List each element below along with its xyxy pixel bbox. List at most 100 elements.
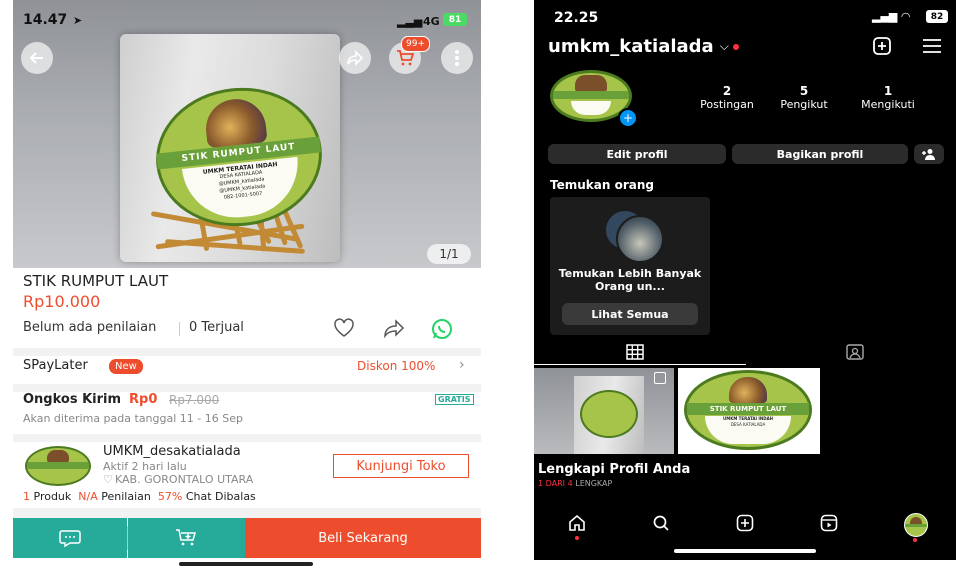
add-story-button[interactable]: + — [618, 108, 638, 128]
menu-button[interactable] — [922, 38, 942, 54]
visit-shop-button[interactable]: Kunjungi Toko — [333, 454, 469, 478]
stat-posts-label: Postingan — [700, 98, 754, 111]
favorite-button[interactable] — [333, 318, 355, 338]
stat-following-value: 1 — [883, 84, 893, 98]
stat-followers-label: Pengikut — [780, 98, 828, 111]
whatsapp-icon — [432, 319, 452, 339]
suggested-avatar-front — [616, 215, 664, 263]
add-person-button[interactable] — [914, 144, 944, 164]
battery-indicator: 82 — [926, 10, 948, 23]
back-button[interactable] — [21, 42, 53, 74]
share-icon — [347, 50, 364, 66]
chat-button[interactable] — [13, 518, 127, 558]
label-photo — [203, 96, 268, 149]
share-profile-button[interactable]: Bagikan profil — [732, 144, 908, 164]
username-switcher[interactable]: umkm_katialada ⌵ — [548, 36, 739, 57]
nav-home[interactable] — [568, 514, 586, 532]
discover-heading: Temukan orang — [550, 178, 654, 192]
see-all-button[interactable]: Lihat Semua — [562, 303, 698, 325]
discover-card[interactable]: Temukan Lebih Banyak Orang un... Lihat S… — [550, 197, 710, 335]
post-label: STIK RUMPUT LAUT UMKM TERATAI INDAH DESA… — [684, 370, 812, 450]
edit-profile-label: Edit profil — [606, 147, 668, 161]
post-label-photo — [729, 377, 767, 403]
search-icon — [653, 515, 669, 531]
nav-profile-dot — [913, 538, 917, 542]
buy-now-button[interactable]: Beli Sekarang — [245, 518, 481, 558]
carousel-icon — [654, 372, 666, 384]
add-to-cart-icon — [175, 529, 196, 546]
shop-stats: 1 Produk N/A Penilaian 57% Chat Dibalas — [23, 490, 256, 503]
free-shipping-tag: GRATIS — [435, 394, 474, 405]
menu-icon — [923, 39, 941, 53]
grid-tab[interactable] — [626, 344, 644, 360]
profile-username: umkm_katialada — [548, 36, 714, 57]
whatsapp-share-button[interactable] — [431, 318, 453, 340]
home-indicator — [179, 562, 313, 566]
divider — [179, 322, 180, 336]
new-post-button[interactable] — [872, 36, 892, 56]
nav-search[interactable] — [652, 514, 670, 532]
product-price: Rp10.000 — [23, 292, 101, 311]
spaylater-label: SPayLater — [23, 358, 88, 373]
shop-avatar[interactable] — [25, 446, 91, 486]
rating-text: Belum ada penilaian — [23, 320, 157, 335]
more-button[interactable] — [441, 42, 473, 74]
shopee-screen: STIK RUMPUT LAUT UMKM TERATAI INDAH DESA… — [13, 0, 481, 569]
create-icon — [736, 514, 754, 532]
add-to-cart-button[interactable] — [128, 518, 245, 558]
spaylater-promo: Diskon 100% — [357, 359, 436, 373]
section-divider — [13, 434, 481, 442]
tagged-tab[interactable] — [846, 344, 864, 360]
new-badge: New — [109, 359, 143, 374]
profile-picture-photo — [575, 75, 607, 91]
spaylater-row[interactable]: SPayLater New Diskon 100% › — [13, 357, 481, 380]
product-photo[interactable]: STIK RUMPUT LAUT UMKM TERATAI INDAH DESA… — [13, 0, 481, 268]
shop-rating-label: Penilaian — [101, 490, 151, 503]
chevron-right-icon: › — [459, 357, 465, 373]
shipping-row[interactable]: Ongkos Kirim Rp0 Rp7.000 GRATIS Akan dit… — [13, 392, 481, 432]
post-label-village: DESA KATIALADA — [730, 422, 766, 427]
nav-reels[interactable] — [820, 514, 838, 532]
section-divider — [13, 348, 481, 356]
post-thumbnail[interactable] — [534, 368, 674, 454]
nav-create[interactable] — [736, 514, 754, 532]
post-thumbnail[interactable]: STIK RUMPUT LAUT UMKM TERATAI INDAH DESA… — [678, 368, 820, 454]
active-tab-indicator — [534, 364, 746, 365]
shop-active-status: Aktif 2 hari lalu — [103, 460, 187, 473]
visit-shop-label: Kunjungi Toko — [356, 458, 446, 474]
product-label: STIK RUMPUT LAUT UMKM TERATAI INDAH DESA… — [149, 79, 329, 235]
shipping-label: Ongkos Kirim — [23, 392, 122, 407]
battery-level: 81 — [448, 14, 462, 25]
profile-picture-label — [571, 101, 611, 115]
post-label-inner: UMKM TERATAI INDAH DESA KATIALADA — [705, 416, 791, 444]
shipping-old-price: Rp7.000 — [169, 393, 220, 407]
product-name: STIK RUMPUT LAUT — [23, 272, 169, 290]
location-arrow-icon: ➤ — [73, 14, 83, 27]
share-button[interactable] — [339, 42, 371, 74]
nav-home-dot — [575, 536, 579, 540]
stat-following[interactable]: 1 Mengikuti — [846, 84, 930, 111]
edit-profile-button[interactable]: Edit profil — [548, 144, 726, 164]
buy-now-label: Beli Sekarang — [318, 530, 408, 546]
bottom-action-bar: Beli Sekarang — [13, 518, 481, 558]
nav-profile[interactable] — [904, 513, 928, 537]
post-label-title: STIK RUMPUT LAUT — [687, 403, 809, 415]
shop-name[interactable]: UMKM_desakatialada — [103, 444, 241, 459]
stat-followers[interactable]: 5 Pengikut — [770, 84, 838, 111]
share-product-button[interactable] — [383, 318, 405, 338]
shop-chat-value: 57% — [157, 490, 183, 503]
signal-wifi-icon: ▂▄▆ ◠ — [872, 10, 911, 23]
shipping-price: Rp0 — [129, 392, 158, 407]
reels-icon — [820, 514, 838, 532]
stat-posts[interactable]: 2 Postingan — [690, 84, 764, 111]
stat-followers-value: 5 — [799, 84, 809, 98]
complete-profile-title: Lengkapi Profil Anda — [538, 462, 691, 477]
tagged-icon — [846, 344, 864, 360]
new-post-icon — [873, 37, 891, 55]
profile-avatar-strip — [905, 524, 927, 527]
shop-location: KAB. GORONTALO UTARA — [115, 473, 254, 486]
shop-chat-label: Chat Dibalas — [185, 490, 256, 503]
share-profile-label: Bagikan profil — [776, 147, 864, 161]
see-all-label: Lihat Semua — [591, 307, 669, 321]
label-inner: UMKM TERATAI INDAH DESA KATIALADA @UMKM_… — [181, 156, 303, 223]
